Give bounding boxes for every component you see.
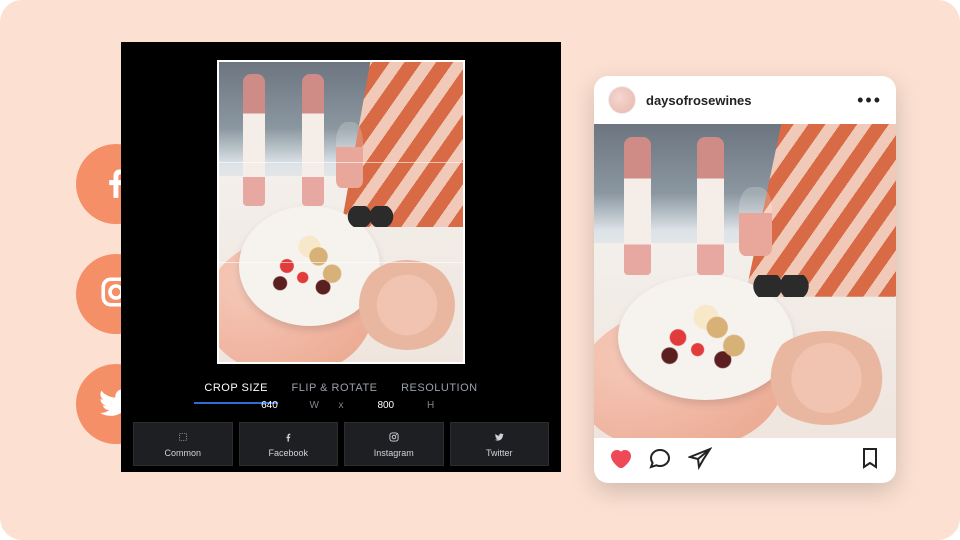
preset-twitter[interactable]: Twitter xyxy=(450,422,550,466)
preset-common[interactable]: Common xyxy=(133,422,233,466)
crop-dimensions: 640 W x 800 H xyxy=(121,400,561,411)
share-button[interactable] xyxy=(688,446,712,475)
preset-twitter-label: Twitter xyxy=(486,448,513,458)
avatar[interactable] xyxy=(608,86,636,114)
height-label: H xyxy=(419,400,443,411)
preset-row: Common Facebook Instagram Twitter xyxy=(133,422,549,466)
bookmark-button[interactable] xyxy=(858,446,882,475)
instagram-username[interactable]: daysofrosewines xyxy=(646,93,847,108)
instagram-header: daysofrosewines ••• xyxy=(594,76,896,124)
preset-facebook-label: Facebook xyxy=(268,448,308,458)
height-input[interactable]: 800 xyxy=(356,400,416,411)
instagram-photo[interactable] xyxy=(594,124,896,438)
dim-separator: x xyxy=(329,400,353,411)
crop-square-icon xyxy=(176,430,190,446)
tab-resolution[interactable]: RESOLUTION xyxy=(391,374,488,402)
crop-editor: CROP SIZE FLIP & ROTATE RESOLUTION 640 W… xyxy=(121,42,561,472)
tab-flip-rotate[interactable]: FLIP & ROTATE xyxy=(282,374,388,402)
instagram-actions xyxy=(594,438,896,482)
like-button[interactable] xyxy=(608,446,632,475)
instagram-card: daysofrosewines ••• xyxy=(594,76,896,483)
more-options-button[interactable]: ••• xyxy=(857,90,882,111)
facebook-icon xyxy=(281,430,295,446)
twitter-icon xyxy=(492,430,506,446)
crop-preview-image xyxy=(219,62,463,362)
preset-instagram[interactable]: Instagram xyxy=(344,422,444,466)
width-label: W xyxy=(302,400,326,411)
comment-button[interactable] xyxy=(648,446,672,475)
preset-instagram-label: Instagram xyxy=(374,448,414,458)
preset-facebook[interactable]: Facebook xyxy=(239,422,339,466)
instagram-icon xyxy=(387,430,401,446)
preset-common-label: Common xyxy=(164,448,201,458)
width-input[interactable]: 640 xyxy=(239,400,299,411)
crop-canvas[interactable] xyxy=(217,60,465,364)
